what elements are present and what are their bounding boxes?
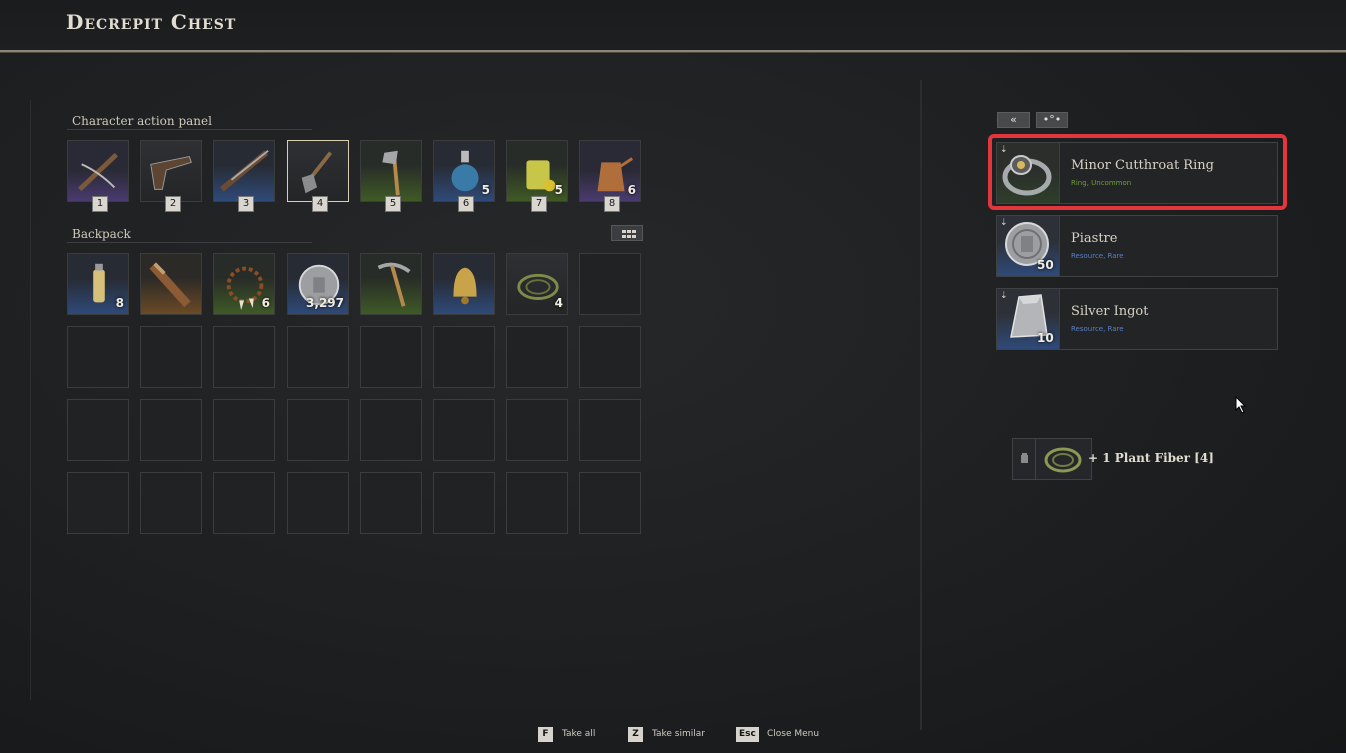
empty-slot[interactable] [579,472,641,534]
empty-slot[interactable] [140,472,202,534]
pickaxe-icon [377,262,411,307]
empty-slot[interactable] [67,472,129,534]
loot-subtitle: Resource, Rare [1071,252,1124,260]
take-all-action[interactable]: Take all [562,729,595,739]
empty-slot[interactable] [506,399,568,461]
take-arrow-icon: ⇣ [1000,291,1008,301]
empty-slot[interactable] [360,472,422,534]
empty-slot[interactable] [287,399,349,461]
action-slot[interactable]: 1 [67,140,129,212]
backpack-slot[interactable] [360,253,422,315]
backpack-label: Backpack [67,226,312,243]
panel-divider [920,80,922,730]
item-count: 5 [481,183,490,197]
item-count: 3,297 [306,296,344,310]
empty-slot[interactable] [433,399,495,461]
hotkey-label: 3 [238,196,254,212]
bag-icon [1013,439,1036,479]
plant-fiber-icon [1039,441,1087,483]
hotkey-label: 1 [92,196,108,212]
title-bar: Decrepit Chest [0,0,1346,52]
empty-slot[interactable] [433,326,495,388]
key-esc-icon: Esc [736,727,759,742]
backpack-slot[interactable]: 6 [213,253,275,315]
empty-slot[interactable] [67,399,129,461]
empty-slot[interactable] [433,472,495,534]
hotkey-label: 4 [312,196,328,212]
backpack-slot[interactable]: 8 [67,253,129,315]
take-similar-action[interactable]: Take similar [652,729,705,739]
hatchet-icon [382,150,400,196]
flintlock-pistol-icon [150,156,192,190]
selection-highlight [988,134,1287,210]
key-f-icon: F [538,727,553,742]
item-count: 4 [554,296,563,310]
item-count: 6 [627,183,636,197]
action-slot[interactable]: 56 [433,140,495,212]
empty-slot[interactable] [213,472,275,534]
empty-slot[interactable] [360,399,422,461]
empty-slot[interactable] [506,472,568,534]
hotkey-label: 6 [458,196,474,212]
empty-slot[interactable] [360,326,422,388]
action-slot[interactable]: 4 [287,140,349,212]
hotkey-label: 5 [385,196,401,212]
action-slot[interactable]: 57 [506,140,568,212]
hotkey-label: 8 [604,196,620,212]
hotkey-label: 7 [531,196,547,212]
loot-name: Silver Ingot [1071,304,1149,319]
action-panel-label: Character action panel [67,113,312,130]
item-count: 8 [115,296,124,310]
empty-slot[interactable] [579,399,641,461]
empty-slot[interactable] [213,326,275,388]
backpack-slot[interactable] [433,253,495,315]
empty-slot[interactable] [579,326,641,388]
blunderbuss-icon [149,262,191,308]
empty-slot[interactable] [140,399,202,461]
shovel-icon [301,151,333,194]
take-all-arrows-button[interactable]: « [997,112,1030,128]
page-title: Decrepit Chest [66,10,237,34]
loot-subtitle: Resource, Rare [1071,325,1124,333]
key-z-icon: Z [628,727,643,742]
bell-icon [453,267,477,305]
loot-count: 10 [1037,331,1054,345]
sort-button[interactable]: •°• [1036,112,1068,128]
take-arrow-icon: ⇣ [1000,218,1008,228]
close-menu-action[interactable]: Close Menu [767,729,819,739]
loot-count: 50 [1037,258,1054,272]
empty-slot[interactable] [287,326,349,388]
backpack-slot[interactable]: 3,297 [287,253,349,315]
empty-slot[interactable] [506,326,568,388]
action-slot[interactable]: 2 [140,140,202,212]
pickup-notification [1012,438,1092,480]
action-slot[interactable]: 3 [213,140,275,212]
empty-slot[interactable] [140,326,202,388]
item-count: 5 [554,183,563,197]
empty-slot[interactable] [67,326,129,388]
loot-item-silver-ingot[interactable]: ⇣ 10 Silver Ingot Resource, Rare [996,288,1278,350]
pickup-notification-text: + 1 Plant Fiber [4] [1088,451,1214,465]
empty-slot[interactable] [213,399,275,461]
mouse-cursor-icon [1235,396,1247,414]
loot-name: Piastre [1071,231,1118,246]
empty-slot[interactable] [287,472,349,534]
hotkey-label: 2 [165,196,181,212]
musket-icon [220,150,269,192]
backpack-slot[interactable] [140,253,202,315]
action-slot[interactable]: 68 [579,140,641,212]
grid-view-toggle[interactable] [611,225,643,241]
item-count: 6 [261,296,270,310]
crossbow-icon [78,152,119,192]
action-slot[interactable]: 5 [360,140,422,212]
loot-item-piastre[interactable]: ⇣ 50 Piastre Resource, Rare [996,215,1278,277]
backpack-slot[interactable]: 4 [506,253,568,315]
empty-slot[interactable] [579,253,641,315]
left-divider [30,100,31,700]
